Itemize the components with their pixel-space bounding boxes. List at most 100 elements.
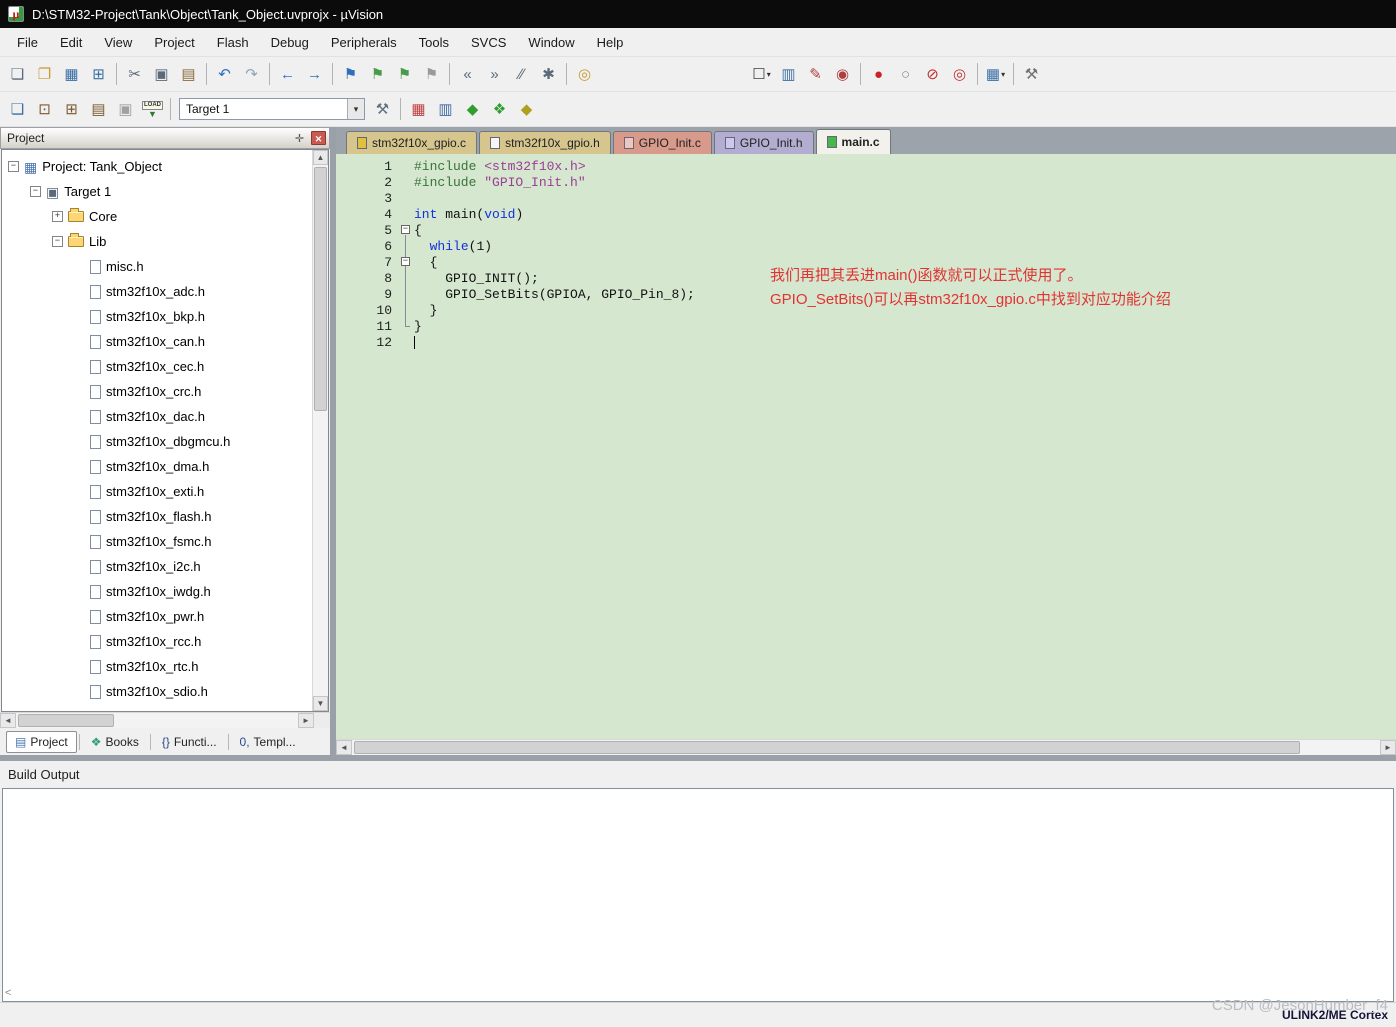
- tree-item[interactable]: stm32f10x_crc.h: [2, 379, 312, 404]
- tree-item[interactable]: stm32f10x_pwr.h: [2, 604, 312, 629]
- stop-build-icon[interactable]: ▣: [112, 96, 139, 122]
- batch-build-icon[interactable]: ▤: [85, 96, 112, 122]
- uncomment-icon[interactable]: ✱: [535, 61, 562, 87]
- editor-hscroll-thumb[interactable]: [354, 741, 1300, 754]
- collapse-icon[interactable]: −: [30, 186, 41, 197]
- prev-bookmark-icon[interactable]: ⚑: [364, 61, 391, 87]
- menu-debug[interactable]: Debug: [260, 31, 320, 54]
- tree-item[interactable]: stm32f10x_dac.h: [2, 404, 312, 429]
- scroll-left-icon[interactable]: ◄: [0, 713, 16, 728]
- manage-project-items-icon[interactable]: ▦: [405, 96, 432, 122]
- fold-collapse-icon[interactable]: −: [401, 225, 410, 234]
- code-line-1[interactable]: 1 #include <stm32f10x.h>: [336, 158, 1396, 174]
- undo-icon[interactable]: ↶: [211, 61, 238, 87]
- vscroll-track[interactable]: [313, 165, 328, 696]
- target-select[interactable]: Target 1 ▾: [179, 98, 365, 120]
- menu-tools[interactable]: Tools: [408, 31, 460, 54]
- tree-item[interactable]: stm32f10x_cec.h: [2, 354, 312, 379]
- new-file-icon[interactable]: ❏: [4, 61, 31, 87]
- select-packs-icon[interactable]: ❖: [486, 96, 513, 122]
- close-icon[interactable]: ✕: [311, 131, 326, 145]
- tree-item[interactable]: stm32f10x_flash.h: [2, 504, 312, 529]
- menu-window[interactable]: Window: [517, 31, 585, 54]
- menu-edit[interactable]: Edit: [49, 31, 93, 54]
- editor-tab-GPIO_Init.h[interactable]: GPIO_Init.h: [713, 131, 814, 154]
- menu-file[interactable]: File: [6, 31, 49, 54]
- menu-help[interactable]: Help: [586, 31, 635, 54]
- vscroll-thumb[interactable]: [314, 167, 327, 412]
- code-line-4[interactable]: 4 int main(void): [336, 206, 1396, 222]
- debug-windows-icon[interactable]: ▦ ▾: [982, 61, 1009, 87]
- editor-hscroll-track[interactable]: [352, 740, 1380, 755]
- find-symbols-icon[interactable]: ▥: [775, 61, 802, 87]
- tree-item[interactable]: stm32f10x_adc.h: [2, 279, 312, 304]
- tree-item[interactable]: stm32f10x_rtc.h: [2, 654, 312, 679]
- code-line-3[interactable]: 3: [336, 190, 1396, 206]
- tree-item[interactable]: stm32f10x_rcc.h: [2, 629, 312, 654]
- unindent-icon[interactable]: «: [454, 61, 481, 87]
- hscroll-track[interactable]: [16, 713, 298, 728]
- project-tree-hscrollbar[interactable]: ◄ ►: [0, 712, 330, 728]
- cut-icon[interactable]: ✂: [121, 61, 148, 87]
- tree-item[interactable]: + Core: [2, 204, 312, 229]
- editor-tab-main.c[interactable]: main.c: [815, 129, 891, 154]
- chevron-down-icon[interactable]: ▾: [347, 99, 364, 119]
- paste-icon[interactable]: ▤: [175, 61, 202, 87]
- scroll-right-icon[interactable]: ►: [298, 713, 314, 728]
- editor-tab-stm32f10x_gpio.h[interactable]: stm32f10x_gpio.h: [479, 131, 611, 154]
- find-in-files-icon[interactable]: ◎: [571, 61, 598, 87]
- remove-breakpoint-icon[interactable]: ○: [892, 61, 919, 87]
- kill-breakpoints-icon[interactable]: ⊘: [919, 61, 946, 87]
- file-extensions-icon[interactable]: ▥: [432, 96, 459, 122]
- pack-installer-icon[interactable]: ◆: [513, 96, 540, 122]
- code-line-11[interactable]: 11}: [336, 317, 1396, 334]
- scroll-left-icon[interactable]: <: [5, 987, 11, 999]
- configure-tools-icon[interactable]: ⚒: [1018, 61, 1045, 87]
- disable-breakpoints-icon[interactable]: ◎: [946, 61, 973, 87]
- menu-svcs[interactable]: SVCS: [460, 31, 517, 54]
- menu-view[interactable]: View: [93, 31, 143, 54]
- tree-item[interactable]: stm32f10x_dma.h: [2, 454, 312, 479]
- toggle-bookmark-icon[interactable]: ⚑: [337, 61, 364, 87]
- collapse-icon[interactable]: −: [8, 161, 19, 172]
- fold-collapse-icon[interactable]: −: [401, 257, 410, 266]
- editor-hscrollbar[interactable]: ◄ ►: [336, 739, 1396, 755]
- indent-icon[interactable]: »: [481, 61, 508, 87]
- open-folder-icon[interactable]: ❐: [31, 61, 58, 87]
- clear-bookmarks-icon[interactable]: ⚑: [418, 61, 445, 87]
- scroll-right-icon[interactable]: ►: [1380, 740, 1396, 755]
- collapse-icon[interactable]: −: [52, 236, 63, 247]
- save-all-icon[interactable]: ⊞: [85, 61, 112, 87]
- tree-item[interactable]: misc.h: [2, 254, 312, 279]
- options-for-target-icon[interactable]: ⚒: [369, 96, 396, 122]
- insert-breakpoint-icon[interactable]: ●: [865, 61, 892, 87]
- copy-icon[interactable]: ▣: [148, 61, 175, 87]
- save-icon[interactable]: ▦: [58, 61, 85, 87]
- editor-tab-stm32f10x_gpio.c[interactable]: stm32f10x_gpio.c: [346, 131, 478, 154]
- code-line-12[interactable]: 12: [336, 334, 1396, 350]
- tree-item[interactable]: stm32f10x_exti.h: [2, 479, 312, 504]
- flag-checkbox[interactable]: ☐ ▾: [748, 61, 775, 87]
- hscroll-thumb[interactable]: [18, 714, 114, 727]
- pin-icon[interactable]: ✛: [292, 132, 307, 145]
- manage-rte-icon[interactable]: ◆: [459, 96, 486, 122]
- next-bookmark-icon[interactable]: ⚑: [391, 61, 418, 87]
- panel-tab-project[interactable]: ▤ Project: [6, 730, 77, 753]
- scroll-left-icon[interactable]: ◄: [336, 740, 352, 755]
- panel-tab-books[interactable]: ❖ Books: [82, 731, 148, 753]
- annotate-icon[interactable]: ✎: [802, 61, 829, 87]
- menu-project[interactable]: Project: [143, 31, 205, 54]
- scroll-down-icon[interactable]: ▼: [313, 696, 328, 711]
- menu-flash[interactable]: Flash: [206, 31, 260, 54]
- code-line-2[interactable]: 2 #include "GPIO_Init.h": [336, 174, 1396, 190]
- build-output-area[interactable]: <: [2, 788, 1394, 1002]
- project-tree-vscrollbar[interactable]: ▲ ▼: [312, 150, 328, 711]
- scroll-up-icon[interactable]: ▲: [313, 150, 328, 165]
- navigate-forward-icon[interactable]: →: [301, 61, 328, 87]
- tree-item[interactable]: stm32f10x_dbgmcu.h: [2, 429, 312, 454]
- navigate-back-icon[interactable]: ←: [274, 61, 301, 87]
- code-line-6[interactable]: 6 while(1): [336, 237, 1396, 255]
- comment-icon[interactable]: ∕∕: [508, 61, 535, 87]
- tree-item[interactable]: stm32f10x_fsmc.h: [2, 529, 312, 554]
- redo-icon[interactable]: ↷: [238, 61, 265, 87]
